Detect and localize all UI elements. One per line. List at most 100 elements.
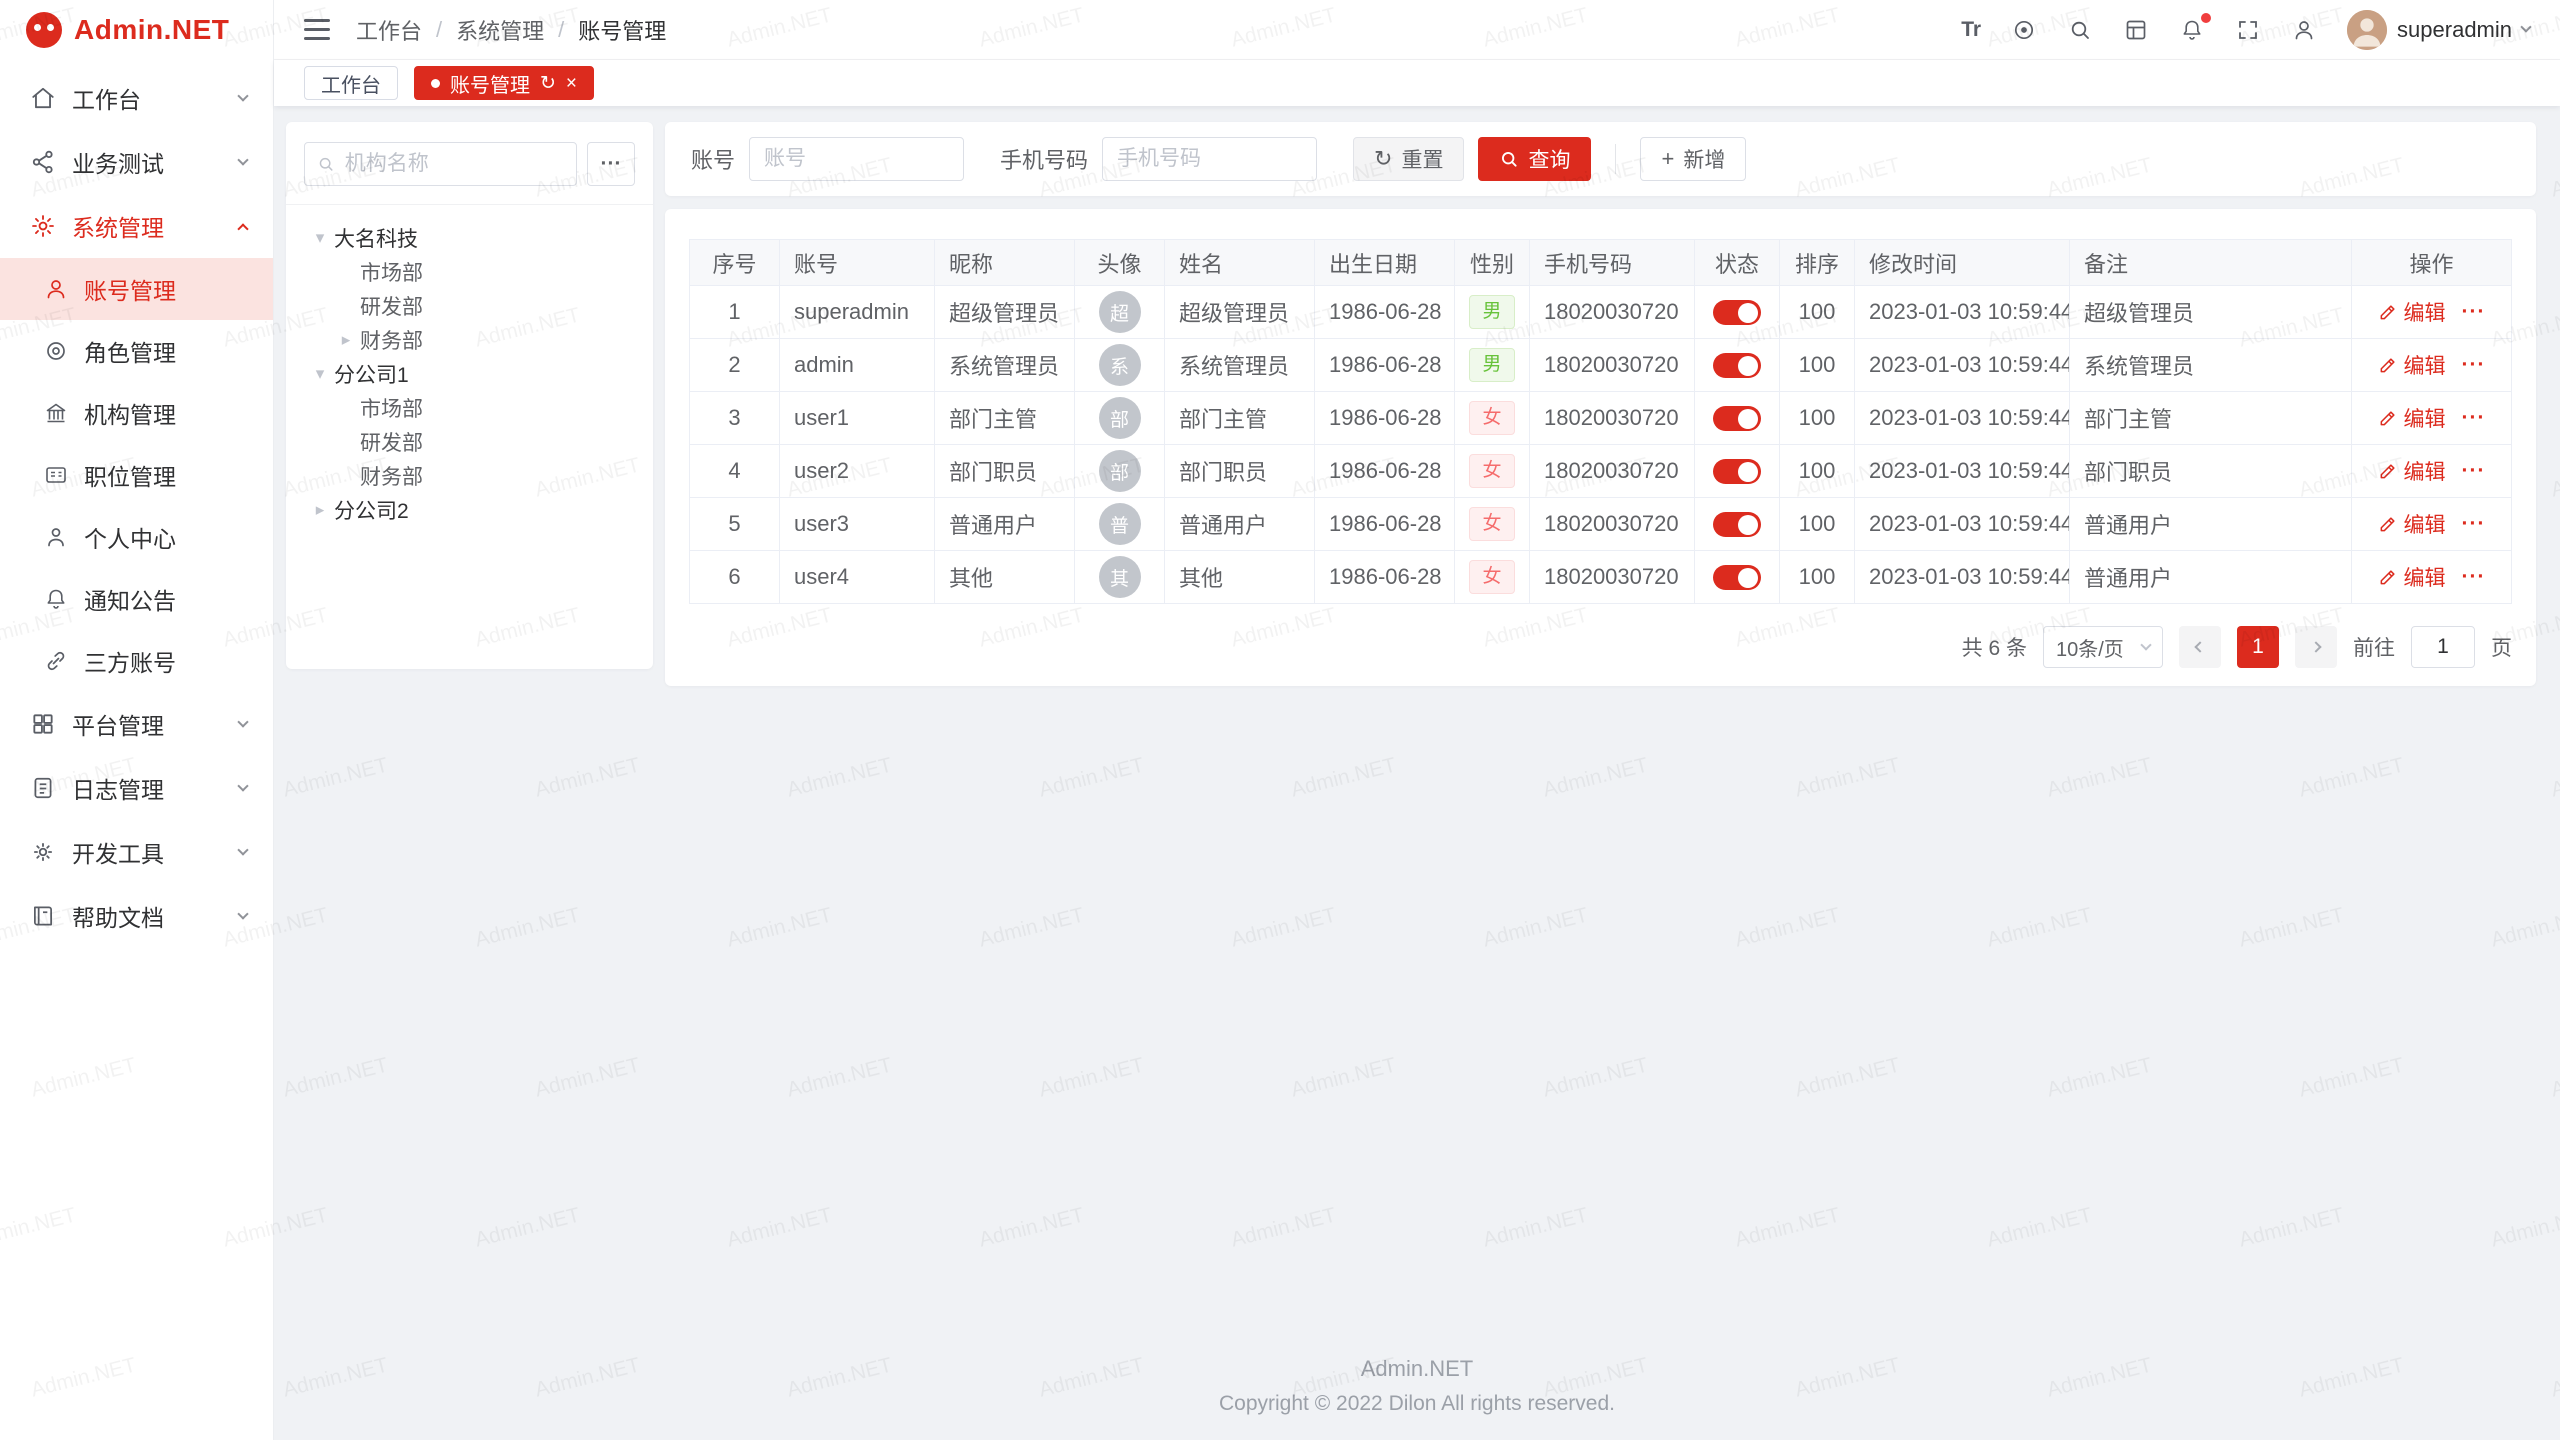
tree-node[interactable]: 市场部 (304, 391, 635, 425)
tree-node[interactable]: 研发部 (304, 289, 635, 323)
tree-node[interactable]: ▾大名科技 (304, 221, 635, 255)
fullscreen-icon[interactable] (2235, 17, 2261, 43)
tree-node[interactable]: 财务部 (304, 459, 635, 493)
tree-node-label: 市场部 (360, 393, 423, 423)
cell-modified-time: 2023-01-03 10:59:44 (1855, 286, 2070, 339)
home-icon (30, 85, 56, 111)
edit-button[interactable]: 编辑 (2378, 456, 2446, 486)
tree-node[interactable]: ▾分公司1 (304, 357, 635, 391)
sidebar-item-profile[interactable]: 个人中心 (0, 506, 273, 568)
sidebar-item-workbench[interactable]: 工作台 (0, 66, 273, 130)
tab-label: 账号管理 (450, 69, 530, 98)
phone-input[interactable] (1102, 137, 1317, 181)
account-input[interactable] (749, 137, 964, 181)
sidebar-item-third-party[interactable]: 三方账号 (0, 630, 273, 692)
toggle-knob (1738, 356, 1758, 376)
tools-icon (30, 839, 56, 865)
close-icon[interactable]: × (566, 74, 577, 93)
status-toggle[interactable] (1713, 565, 1761, 590)
page-size-select[interactable]: 10条/页 (2043, 626, 2163, 668)
edit-pencil-icon (2378, 302, 2398, 322)
caret-expanded-icon[interactable]: ▾ (306, 364, 334, 384)
menu-collapse-icon[interactable] (304, 19, 330, 40)
edit-button[interactable]: 编辑 (2378, 350, 2446, 380)
edit-button[interactable]: 编辑 (2378, 297, 2446, 327)
next-page-button[interactable] (2295, 626, 2337, 668)
sidebar-item-platform-mgmt[interactable]: 平台管理 (0, 692, 273, 756)
cell-phone: 18020030720 (1530, 551, 1695, 604)
org-search-input[interactable] (345, 152, 564, 176)
caret-collapsed-icon[interactable]: ▸ (306, 500, 334, 520)
search-icon[interactable] (2067, 17, 2093, 43)
avatar: 超 (1099, 291, 1141, 333)
reset-button[interactable]: ↻ 重置 (1353, 137, 1464, 181)
sidebar-item-business-test[interactable]: 业务测试 (0, 130, 273, 194)
layout-config-icon[interactable] (2123, 17, 2149, 43)
edit-button[interactable]: 编辑 (2378, 562, 2446, 592)
tree-node[interactable]: ▸分公司2 (304, 493, 635, 527)
sidebar-item-position-mgmt[interactable]: 职位管理 (0, 444, 273, 506)
chevron-down-icon (237, 908, 248, 919)
sidebar-item-system-mgmt[interactable]: 系统管理 (0, 194, 273, 258)
tree-node-label: 分公司2 (334, 495, 409, 525)
status-toggle[interactable] (1713, 300, 1761, 325)
avatar: 部 (1099, 397, 1141, 439)
theme-icon[interactable] (2011, 17, 2037, 43)
add-button[interactable]: + 新增 (1640, 137, 1746, 181)
status-toggle[interactable] (1713, 512, 1761, 537)
refresh-icon[interactable]: ↻ (540, 74, 556, 93)
edit-pencil-icon (2378, 461, 2398, 481)
edit-button[interactable]: 编辑 (2378, 403, 2446, 433)
caret-expanded-icon[interactable]: ▾ (306, 228, 334, 248)
cell-phone: 18020030720 (1530, 339, 1695, 392)
query-button[interactable]: 查询 (1478, 137, 1591, 181)
font-size-icon[interactable]: Tr (1961, 17, 1981, 43)
sidebar-item-notice[interactable]: 通知公告 (0, 568, 273, 630)
status-toggle[interactable] (1713, 459, 1761, 484)
row-more-button[interactable]: ··· (2462, 406, 2486, 430)
sidebar-menu: 工作台 业务测试 系统管理 账号管 (0, 60, 273, 948)
cell-sort: 100 (1780, 339, 1855, 392)
sidebar-item-log-mgmt[interactable]: 日志管理 (0, 756, 273, 820)
sidebar-item-org-mgmt[interactable]: 机构管理 (0, 382, 273, 444)
notification-bell-icon[interactable] (2179, 17, 2205, 43)
cell-name: 系统管理员 (1165, 339, 1315, 392)
breadcrumb-item[interactable]: 工作台 (356, 14, 422, 46)
goto-page-input[interactable] (2411, 626, 2475, 668)
tab-workbench[interactable]: 工作台 (304, 66, 398, 100)
row-more-button[interactable]: ··· (2462, 459, 2486, 483)
tab-account-mgmt[interactable]: 账号管理 ↻ × (414, 66, 594, 100)
chevron-down-icon (237, 90, 248, 101)
phone-label: 手机号码 (1000, 143, 1088, 175)
row-more-button[interactable]: ··· (2462, 353, 2486, 377)
caret-collapsed-icon[interactable]: ▸ (332, 330, 360, 350)
chevron-up-icon (237, 223, 248, 234)
tree-node[interactable]: 市场部 (304, 255, 635, 289)
page-1-button[interactable]: 1 (2237, 626, 2279, 668)
prev-page-button[interactable] (2179, 626, 2221, 668)
sidebar-item-role-mgmt[interactable]: 角色管理 (0, 320, 273, 382)
row-more-button[interactable]: ··· (2462, 512, 2486, 536)
user-menu[interactable]: superadmin (2347, 10, 2530, 50)
filter-bar: 账号 手机号码 ↻ 重置 查询 + 新增 (665, 122, 2536, 196)
status-toggle[interactable] (1713, 406, 1761, 431)
tree-node[interactable]: 研发部 (304, 425, 635, 459)
cell-birthday: 1986-06-28 (1315, 551, 1455, 604)
edit-button[interactable]: 编辑 (2378, 509, 2446, 539)
tree-node-label: 财务部 (360, 325, 423, 355)
cell-name: 其他 (1165, 551, 1315, 604)
account-icon[interactable] (2291, 17, 2317, 43)
breadcrumb-item[interactable]: 系统管理 (456, 14, 544, 46)
sidebar-item-account-mgmt[interactable]: 账号管理 (0, 258, 273, 320)
cell-sort: 100 (1780, 445, 1855, 498)
tree-node[interactable]: ▸财务部 (304, 323, 635, 357)
cell-name: 普通用户 (1165, 498, 1315, 551)
row-more-button[interactable]: ··· (2462, 300, 2486, 324)
cell-birthday: 1986-06-28 (1315, 392, 1455, 445)
tree-more-button[interactable]: ··· (587, 142, 635, 186)
sidebar-item-dev-tools[interactable]: 开发工具 (0, 820, 273, 884)
cell-account: user4 (780, 551, 935, 604)
sidebar-item-help-docs[interactable]: 帮助文档 (0, 884, 273, 948)
row-more-button[interactable]: ··· (2462, 565, 2486, 589)
status-toggle[interactable] (1713, 353, 1761, 378)
